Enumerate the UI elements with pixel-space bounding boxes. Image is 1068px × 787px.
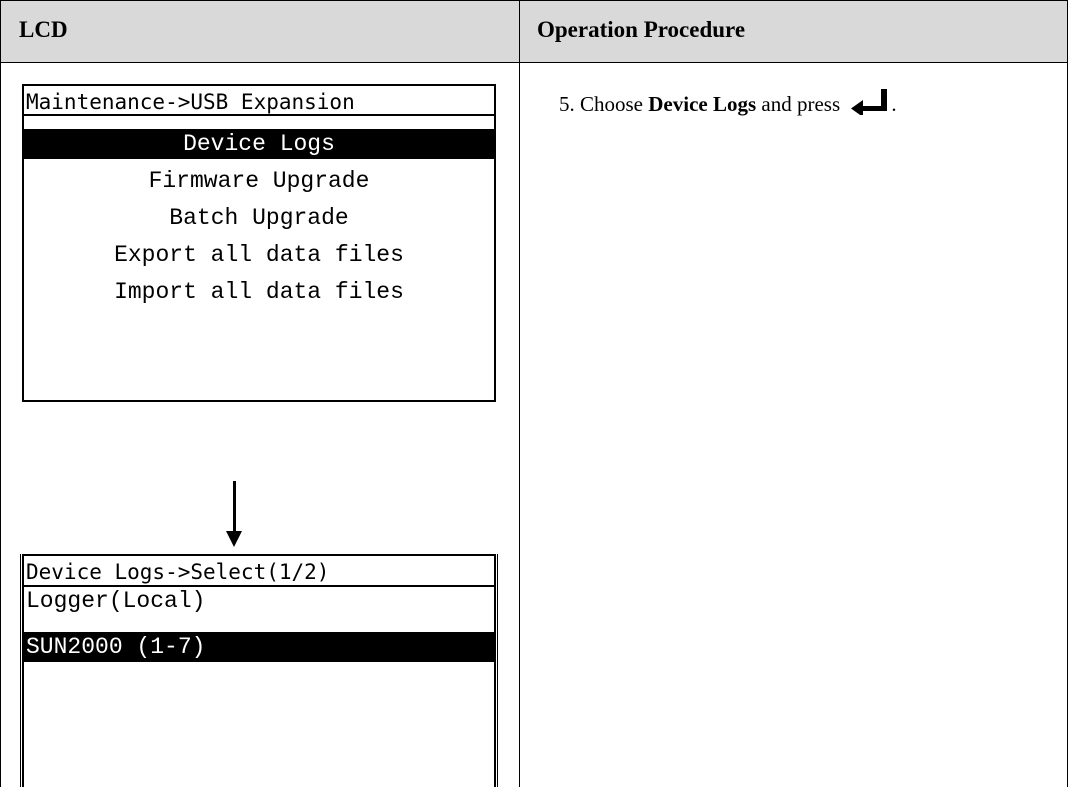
table-left-border (0, 0, 1, 787)
table-column-divider (519, 0, 520, 787)
menu-item-export-data[interactable]: Export all data files (24, 240, 494, 270)
lcd-screen-outer-right (497, 554, 498, 787)
menu-item-import-data[interactable]: Import all data files (24, 277, 494, 307)
lcd-screen-title: Maintenance->USB Expansion (24, 86, 494, 116)
step-text-end: . (891, 92, 897, 116)
menu-item-firmware-upgrade[interactable]: Firmware Upgrade (24, 166, 494, 196)
header-operation-procedure: Operation Procedure (537, 17, 746, 42)
menu-item-sun2000[interactable]: SUN2000 (1-7) (24, 632, 494, 662)
menu-item-logger-local[interactable]: Logger(Local) (24, 586, 494, 616)
step-text-prefix: 5. Choose (559, 92, 649, 116)
header-lcd: LCD (19, 17, 68, 42)
procedure-step-5: 5. Choose Device Logs and press . (559, 89, 897, 117)
lcd-screen-title: Device Logs->Select(1/2) (24, 556, 494, 587)
table-header-row: LCD Operation Procedure (0, 0, 1068, 63)
step-text-suffix: and press (756, 92, 846, 116)
lcd-screen-device-logs-select: Device Logs->Select(1/2) Logger(Local) S… (22, 554, 496, 787)
menu-item-device-logs[interactable]: Device Logs (24, 129, 494, 159)
enter-key-icon (851, 89, 891, 115)
lcd-screen-usb-expansion: Maintenance->USB Expansion Device Logs F… (22, 84, 496, 402)
step-text-bold: Device Logs (648, 92, 757, 116)
menu-item-batch-upgrade[interactable]: Batch Upgrade (24, 203, 494, 233)
down-arrow-icon (226, 531, 242, 547)
lcd-screen-outer-left (20, 554, 21, 787)
